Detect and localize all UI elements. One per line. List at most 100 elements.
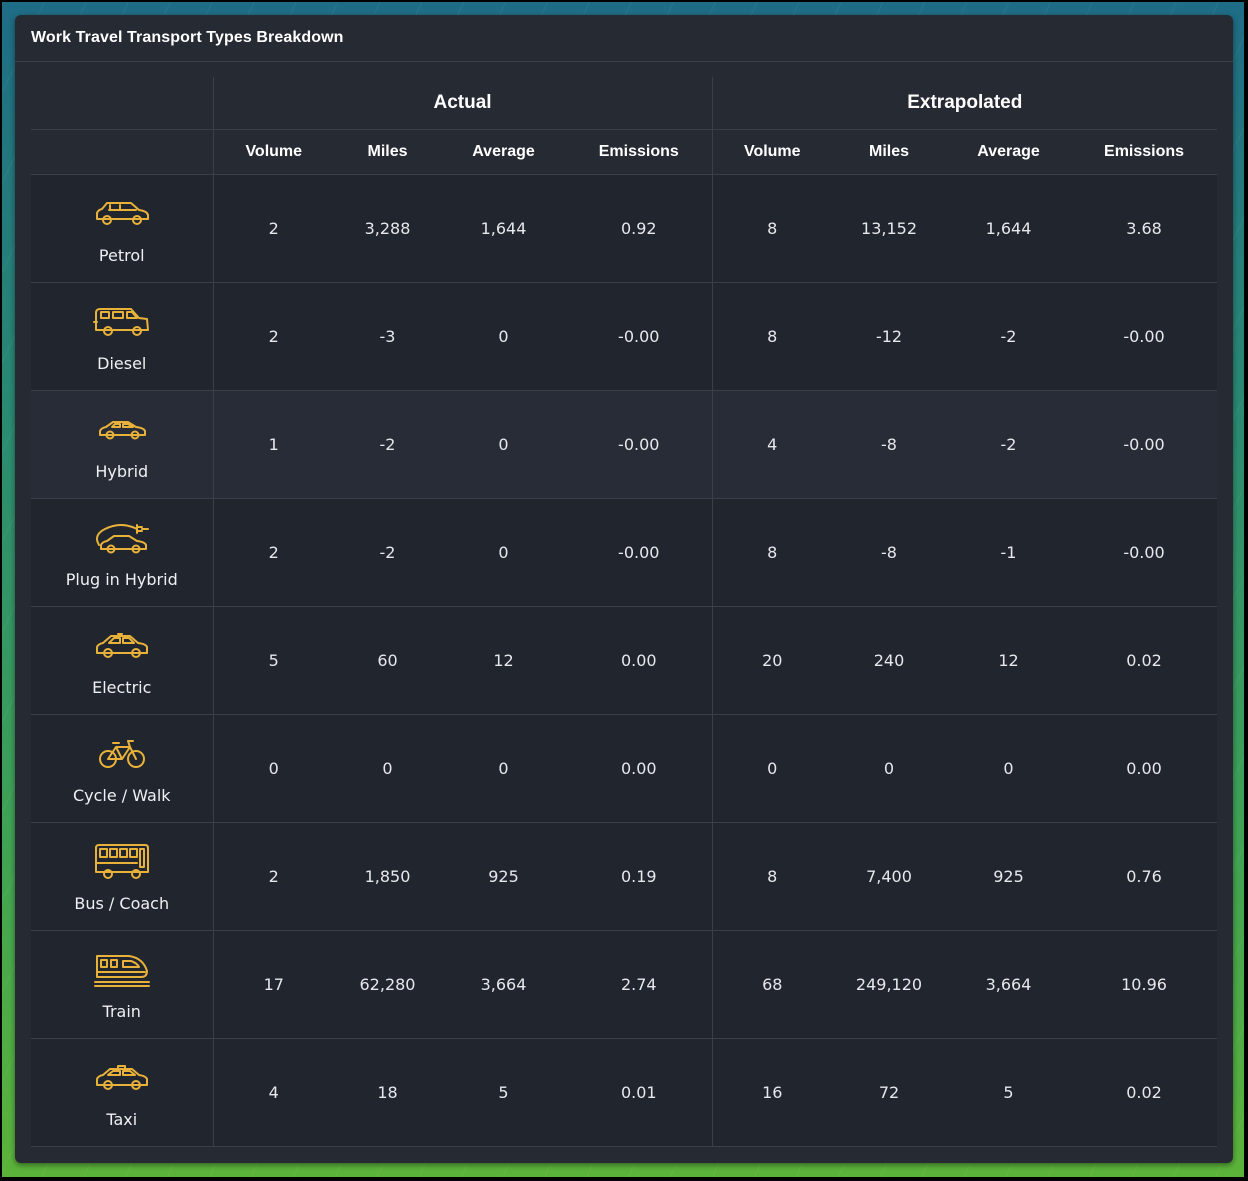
taxi-icon	[92, 1056, 152, 1100]
column-header-average: Average	[946, 129, 1072, 175]
extrapolated-miles: 240	[832, 606, 947, 715]
actual-average: 3,664	[441, 930, 566, 1039]
extrapolated-emissions: -0.00	[1071, 282, 1218, 391]
extrapolated-volume: 8	[712, 174, 833, 283]
bicycle-icon	[92, 732, 152, 776]
extrapolated-average: 3,664	[946, 930, 1072, 1039]
actual-volume: 0	[213, 714, 334, 823]
table-row: Hybrid 1 -2 0 -0.00 4 -8 -2 -0.00	[31, 390, 1218, 499]
extrapolated-volume: 20	[712, 606, 833, 715]
estate-car-icon	[92, 192, 152, 236]
actual-miles: 1,850	[334, 822, 441, 931]
table-row: Diesel 2 -3 0 -0.00 8 -12 -2 -0.00	[31, 282, 1218, 391]
actual-average: 0	[441, 282, 566, 391]
transport-type-cell: Bus / Coach	[31, 822, 214, 931]
actual-emissions: 0.00	[566, 606, 713, 715]
transport-type-label: Train	[102, 1002, 141, 1021]
extrapolated-emissions: 0.00	[1071, 714, 1218, 823]
extrapolated-volume: 8	[712, 498, 833, 607]
table-row: Taxi 4 18 5 0.01 16 72 5 0.02	[31, 1038, 1218, 1147]
column-header-volume: Volume	[213, 129, 334, 175]
actual-emissions: 0.00	[566, 714, 713, 823]
transport-type-label: Taxi	[106, 1110, 138, 1129]
corner-cell	[31, 77, 214, 130]
actual-average: 0	[441, 498, 566, 607]
transport-breakdown-table: Actual Extrapolated Volume Miles Average…	[31, 77, 1218, 1147]
actual-volume: 1	[213, 390, 334, 499]
transport-type-label: Diesel	[97, 354, 147, 373]
table-row: Cycle / Walk 0 0 0 0.00 0 0 0 0.00	[31, 714, 1218, 823]
extrapolated-miles: 13,152	[832, 174, 947, 283]
extrapolated-miles: -8	[832, 498, 947, 607]
actual-miles: 0	[334, 714, 441, 823]
column-header-emissions: Emissions	[566, 129, 713, 175]
column-header-volume: Volume	[712, 129, 833, 175]
extrapolated-average: 0	[946, 714, 1072, 823]
actual-average: 5	[441, 1038, 566, 1147]
extrapolated-miles: 0	[832, 714, 947, 823]
actual-volume: 5	[213, 606, 334, 715]
extrapolated-emissions: -0.00	[1071, 498, 1218, 607]
transport-type-cell: Petrol	[31, 174, 214, 283]
extrapolated-emissions: 0.02	[1071, 606, 1218, 715]
bus-icon	[92, 840, 152, 884]
transport-type-label: Cycle / Walk	[72, 786, 171, 805]
electric-car-icon	[92, 624, 152, 668]
extrapolated-emissions: 3.68	[1071, 174, 1218, 283]
actual-volume: 2	[213, 282, 334, 391]
actual-miles: 18	[334, 1038, 441, 1147]
suv-icon	[92, 300, 152, 344]
background: Work Travel Transport Types Breakdown Ac…	[2, 2, 1244, 1177]
actual-average: 0	[441, 714, 566, 823]
plug-in-car-icon	[92, 516, 152, 560]
transport-type-cell: Train	[31, 930, 214, 1039]
group-header-actual: Actual	[213, 77, 713, 130]
extrapolated-volume: 8	[712, 822, 833, 931]
actual-average: 1,644	[441, 174, 566, 283]
extrapolated-average: 925	[946, 822, 1072, 931]
extrapolated-miles: 7,400	[832, 822, 947, 931]
actual-miles: 3,288	[334, 174, 441, 283]
transport-type-label: Hybrid	[95, 462, 149, 481]
extrapolated-average: -1	[946, 498, 1072, 607]
actual-volume: 2	[213, 822, 334, 931]
actual-emissions: -0.00	[566, 390, 713, 499]
extrapolated-average: -2	[946, 282, 1072, 391]
actual-volume: 17	[213, 930, 334, 1039]
actual-emissions: 0.01	[566, 1038, 713, 1147]
column-header-row: Volume Miles Average Emissions Volume Mi…	[31, 129, 1218, 175]
transport-type-cell: Electric	[31, 606, 214, 715]
extrapolated-volume: 16	[712, 1038, 833, 1147]
transport-type-cell: Hybrid	[31, 390, 214, 499]
actual-emissions: 0.92	[566, 174, 713, 283]
column-header-average: Average	[441, 129, 566, 175]
transport-type-label: Bus / Coach	[74, 894, 170, 913]
extrapolated-average: 1,644	[946, 174, 1072, 283]
extrapolated-miles: -8	[832, 390, 947, 499]
actual-emissions: -0.00	[566, 282, 713, 391]
extrapolated-average: 5	[946, 1038, 1072, 1147]
transport-type-label: Electric	[92, 678, 152, 697]
table-row: Petrol 2 3,288 1,644 0.92 8 13,152 1,644…	[31, 174, 1218, 283]
table-row: Train 17 62,280 3,664 2.74 68 249,120 3,…	[31, 930, 1218, 1039]
panel-title: Work Travel Transport Types Breakdown	[15, 15, 1233, 62]
actual-miles: 62,280	[334, 930, 441, 1039]
extrapolated-emissions: 0.76	[1071, 822, 1218, 931]
extrapolated-average: 12	[946, 606, 1072, 715]
extrapolated-emissions: 0.02	[1071, 1038, 1218, 1147]
table-row: Electric 5 60 12 0.00 20 240 12 0.02	[31, 606, 1218, 715]
extrapolated-miles: 72	[832, 1038, 947, 1147]
transport-type-cell: Plug in Hybrid	[31, 498, 214, 607]
actual-average: 0	[441, 390, 566, 499]
extrapolated-volume: 0	[712, 714, 833, 823]
group-header-extrapolated: Extrapolated	[712, 77, 1218, 130]
hatchback-car-icon	[92, 408, 152, 452]
transport-type-cell: Cycle / Walk	[31, 714, 214, 823]
transport-type-label: Plug in Hybrid	[65, 570, 178, 589]
column-header-emissions: Emissions	[1071, 129, 1218, 175]
extrapolated-emissions: -0.00	[1071, 390, 1218, 499]
transport-type-cell: Taxi	[31, 1038, 214, 1147]
column-header-miles: Miles	[832, 129, 947, 175]
extrapolated-volume: 8	[712, 282, 833, 391]
actual-average: 925	[441, 822, 566, 931]
